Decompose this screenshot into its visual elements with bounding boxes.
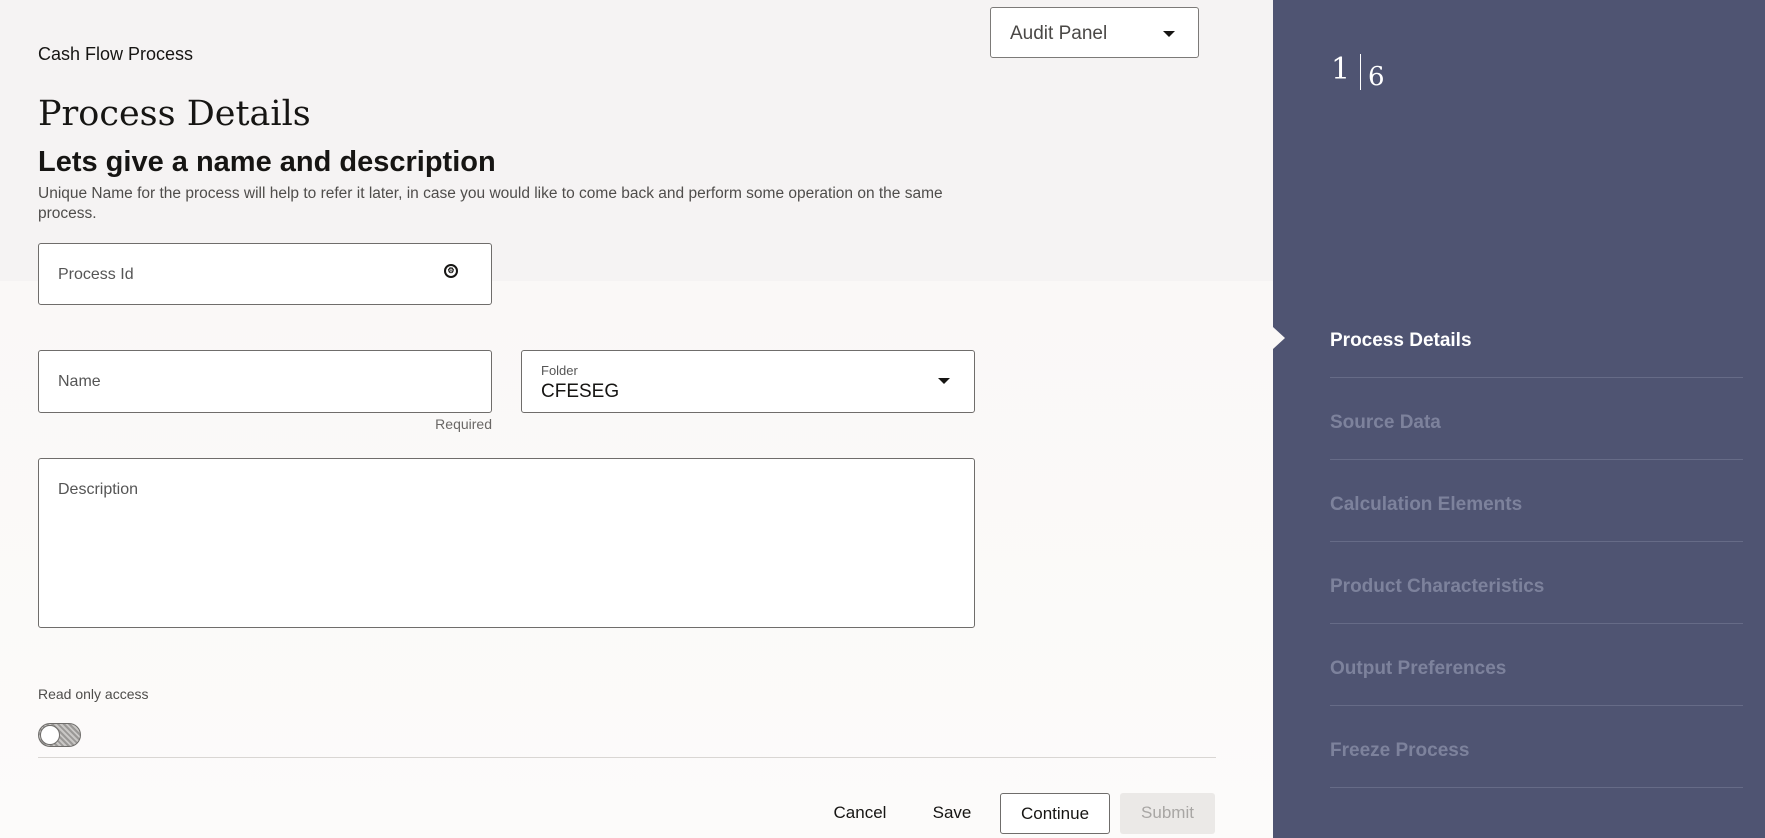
step-label: Freeze Process [1330, 740, 1470, 761]
total-steps-number: 6 [1368, 62, 1385, 92]
save-button[interactable]: Save [917, 793, 987, 834]
step-label: Calculation Elements [1330, 494, 1523, 515]
main-panel: Cash Flow Process Audit Panel Process De… [0, 0, 1273, 838]
step-label: Process Details [1330, 330, 1472, 351]
read-only-label: Read only access [38, 686, 149, 702]
page-title: Process Details [38, 94, 311, 134]
read-only-toggle[interactable] [38, 723, 81, 747]
folder-select[interactable]: Folder CFESEG [521, 350, 975, 413]
step-label: Source Data [1330, 412, 1441, 433]
step-label: Product Characteristics [1330, 576, 1545, 597]
chevron-down-icon [1163, 31, 1175, 37]
chevron-down-icon [938, 378, 950, 384]
current-step-number: 1 [1331, 52, 1351, 87]
step-label: Output Preferences [1330, 658, 1507, 679]
step-freeze-process[interactable]: Freeze Process [1330, 706, 1743, 788]
step-source-data[interactable]: Source Data [1330, 378, 1743, 460]
step-output-preferences[interactable]: Output Preferences [1330, 624, 1743, 706]
process-id-generate-icon[interactable]: ⚙ [444, 264, 458, 278]
step-counter-divider [1360, 54, 1361, 90]
app-title: Cash Flow Process [38, 44, 194, 64]
toggle-knob [40, 725, 60, 745]
audit-panel-dropdown[interactable]: Audit Panel [990, 7, 1199, 58]
active-step-pointer [1273, 327, 1285, 349]
continue-button[interactable]: Continue [1000, 793, 1110, 834]
process-id-placeholder: Process Id [58, 266, 134, 283]
name-required-helper: Required [435, 416, 492, 432]
cancel-button[interactable]: Cancel [815, 793, 905, 834]
process-id-field[interactable]: Process Id ⚙ [38, 243, 492, 305]
audit-panel-label: Audit Panel [1010, 23, 1108, 44]
submit-button[interactable]: Submit [1120, 793, 1215, 834]
folder-label: Folder [541, 363, 578, 378]
description-placeholder: Description [58, 481, 139, 498]
step-sidebar: 1 6 Process Details Source Data Calculat… [1273, 0, 1765, 838]
step-calculation-elements[interactable]: Calculation Elements [1330, 460, 1743, 542]
step-product-characteristics[interactable]: Product Characteristics [1330, 542, 1743, 624]
footer-divider [38, 757, 1216, 758]
description-textarea[interactable]: Description [38, 458, 975, 628]
step-process-details[interactable]: Process Details [1330, 296, 1743, 378]
name-placeholder: Name [58, 373, 101, 390]
section-description: Unique Name for the process will help to… [38, 185, 943, 222]
name-field[interactable]: Name [38, 350, 492, 413]
folder-value: CFESEG [541, 381, 620, 402]
section-subtitle: Lets give a name and description [38, 146, 496, 178]
